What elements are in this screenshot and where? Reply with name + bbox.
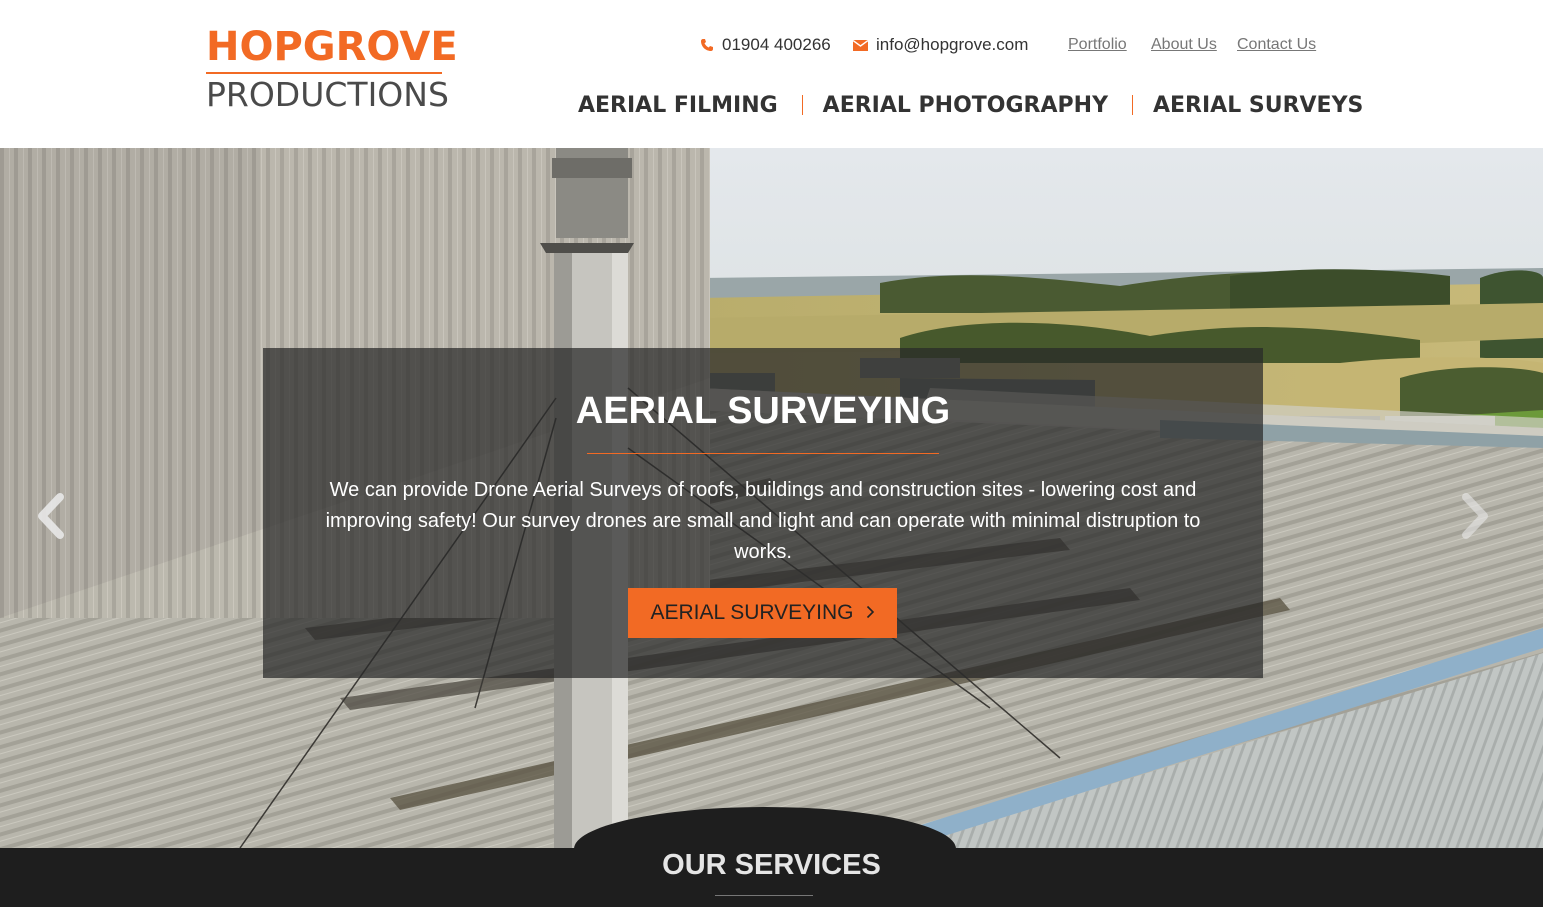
- chevron-right-icon: [866, 588, 875, 638]
- hero-title-divider: [587, 453, 939, 454]
- aerial-surveying-button[interactable]: AERIAL SURVEYING: [628, 588, 897, 638]
- nav-link-about-us[interactable]: About Us: [1151, 33, 1217, 57]
- logo-rule: [206, 72, 442, 74]
- nav-aerial-surveys[interactable]: AERIAL SURVEYS: [1153, 93, 1363, 118]
- services-title-divider: [715, 895, 813, 896]
- services-title: OUR SERVICES: [662, 849, 881, 881]
- chevron-left-icon: [34, 493, 68, 543]
- nav-aerial-filming[interactable]: AERIAL FILMING: [578, 93, 778, 118]
- logo-line1: HOPGROVE: [206, 24, 458, 70]
- logo-line2: PRODUCTIONS: [206, 75, 449, 114]
- phone-contact[interactable]: 01904 400266: [700, 33, 831, 57]
- carousel-next-button[interactable]: [1458, 493, 1492, 539]
- nav-divider: [801, 95, 803, 115]
- mail-icon: [853, 39, 868, 51]
- nav-link-portfolio[interactable]: Portfolio: [1068, 33, 1127, 57]
- main-nav: AERIAL FILMING AERIAL PHOTOGRAPHY AERIAL…: [578, 88, 1363, 122]
- carousel-prev-button[interactable]: [34, 493, 68, 539]
- email-contact[interactable]: info@hopgrove.com: [853, 33, 1028, 57]
- hero-description: We can provide Drone Aerial Surveys of r…: [325, 479, 1201, 563]
- hero-carousel: AERIAL SURVEYING We can provide Drone Ae…: [0, 148, 1543, 848]
- nav-aerial-photography[interactable]: AERIAL PHOTOGRAPHY: [823, 93, 1108, 118]
- button-label: AERIAL SURVEYING: [650, 601, 854, 624]
- phone-number: 01904 400266: [722, 35, 831, 54]
- chevron-right-icon: [1458, 493, 1492, 543]
- nav-link-contact-us[interactable]: Contact Us: [1237, 33, 1316, 57]
- hero-title: AERIAL SURVEYING: [575, 390, 951, 432]
- logo[interactable]: HOPGROVE PRODUCTIONS: [206, 24, 458, 114]
- nav-divider: [1132, 95, 1133, 115]
- phone-icon: [700, 38, 714, 52]
- site-header: HOPGROVE PRODUCTIONS 01904 400266 info@h…: [0, 0, 1543, 148]
- email-address: info@hopgrove.com: [876, 35, 1029, 54]
- hero-caption-box: AERIAL SURVEYING We can provide Drone Ae…: [263, 348, 1263, 678]
